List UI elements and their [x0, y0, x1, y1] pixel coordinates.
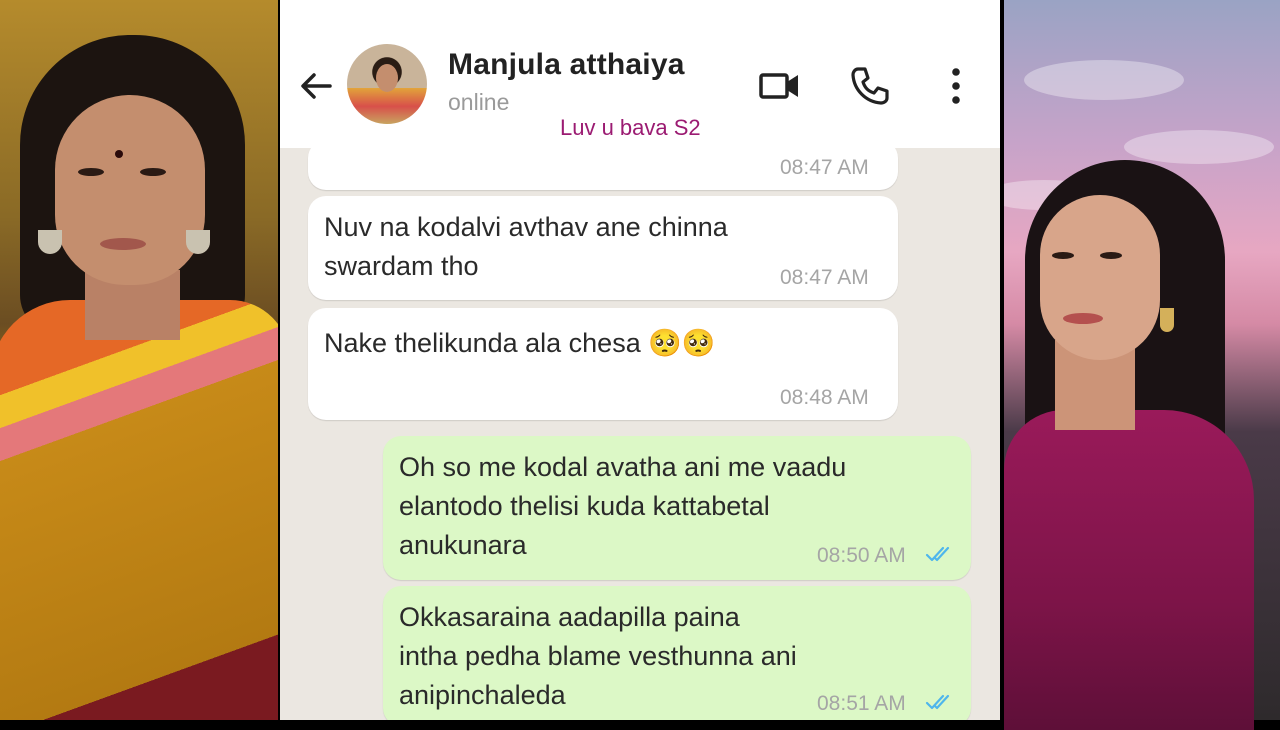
watermark-text: Luv u bava S2 — [560, 115, 701, 140]
outgoing-message[interactable]: Okkasaraina aadapilla paina intha pedha … — [383, 586, 971, 720]
portrait-eye — [78, 168, 104, 176]
portrait-eye — [1052, 252, 1074, 259]
sky-cloud — [1124, 130, 1274, 164]
contact-avatar[interactable] — [347, 44, 427, 124]
contact-name[interactable]: Manjula atthaiya — [448, 48, 685, 82]
chat-header: Manjula atthaiya online Luv u bava S2 — [280, 0, 1000, 148]
incoming-message[interactable]: 08:47 AM — [308, 140, 898, 190]
portrait-lips — [100, 238, 146, 250]
message-text: Oh so me kodal avatha ani me vaadu elant… — [399, 452, 847, 560]
message-time: 08:48 AM — [780, 386, 869, 409]
portrait-saree — [1004, 410, 1254, 730]
sky-cloud — [1024, 60, 1184, 100]
incoming-message[interactable]: Nake thelikunda ala chesa 🥺🥺 08:48 AM — [308, 308, 898, 420]
portrait-earring — [186, 230, 210, 254]
outgoing-message[interactable]: Oh so me kodal avatha ani me vaadu elant… — [383, 436, 971, 580]
message-text: Okkasaraina aadapilla paina intha pedha … — [399, 602, 797, 710]
incoming-message[interactable]: Nuv na kodalvi avthav ane chinna swardam… — [308, 196, 898, 300]
read-receipt-icon — [925, 694, 950, 710]
portrait-lips — [1063, 313, 1103, 324]
panel-divider — [1000, 0, 1004, 720]
portrait-saree — [0, 300, 278, 720]
avatar-face — [376, 64, 398, 92]
message-time: 08:47 AM — [780, 266, 869, 289]
message-time: 08:51 AM — [817, 692, 906, 715]
back-arrow-icon[interactable] — [296, 66, 336, 106]
contact-status: online — [448, 89, 510, 115]
message-time: 08:47 AM — [780, 156, 869, 179]
read-receipt-icon — [925, 546, 950, 562]
message-time: 08:50 AM — [817, 544, 906, 567]
phone-call-icon[interactable] — [846, 62, 894, 110]
more-options-icon[interactable] — [932, 62, 980, 110]
left-portrait-photo — [0, 0, 278, 720]
portrait-face — [1040, 195, 1160, 360]
portrait-eye — [1100, 252, 1122, 259]
portrait-earring — [1160, 308, 1174, 332]
portrait-face — [55, 95, 205, 285]
portrait-earring — [38, 230, 62, 254]
message-text: Nuv na kodalvi avthav ane chinna swardam… — [324, 212, 728, 281]
message-text: Nake thelikunda ala chesa 🥺🥺 — [324, 328, 716, 358]
portrait-bindi — [115, 150, 123, 158]
chat-screen: Manjula atthaiya online Luv u bava S2 08… — [280, 0, 1000, 720]
portrait-eye — [140, 168, 166, 176]
video-call-icon[interactable] — [756, 62, 804, 110]
